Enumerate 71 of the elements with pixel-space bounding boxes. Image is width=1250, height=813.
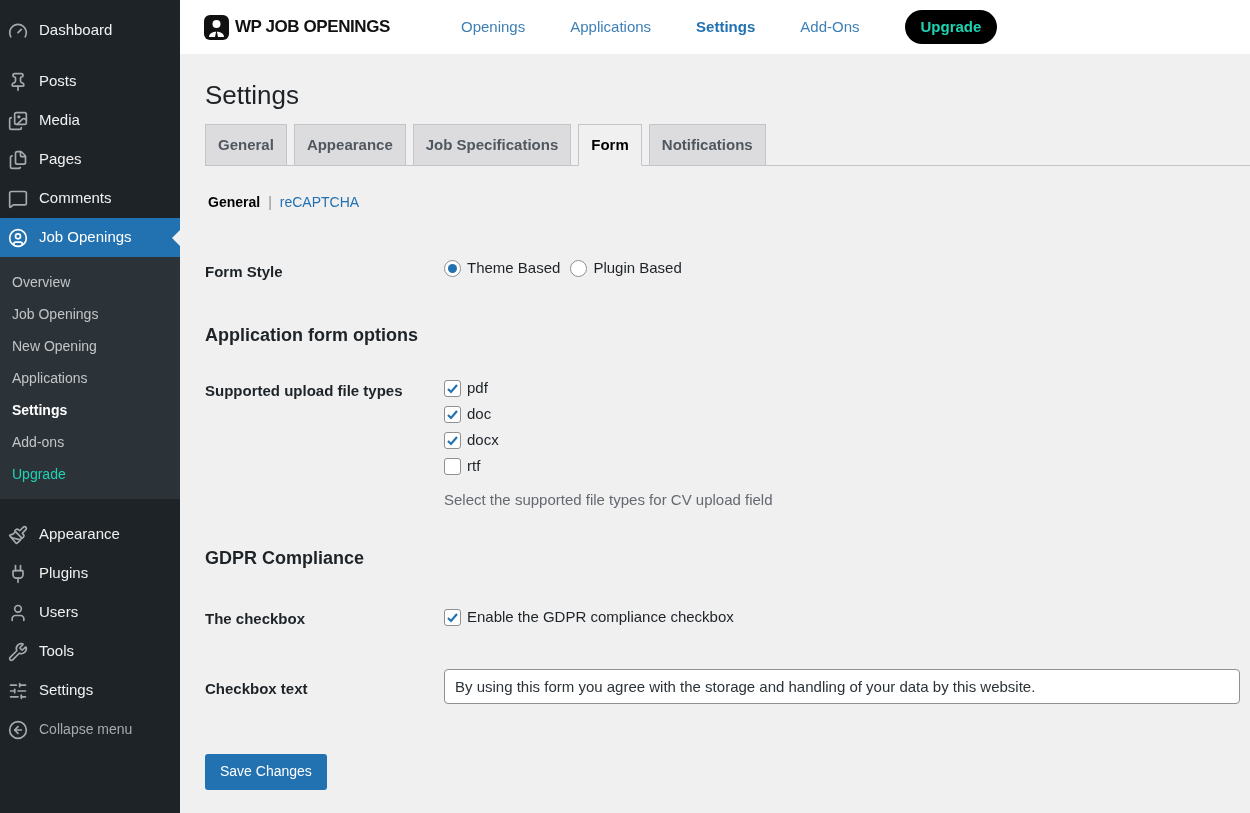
header-nav-link[interactable]: Add-Ons: [800, 15, 860, 39]
checkbox-option[interactable]: Enable the GDPR compliance checkbox: [444, 604, 734, 630]
header-nav-link[interactable]: Settings: [696, 15, 756, 39]
comment-icon: [8, 188, 28, 209]
radio-option[interactable]: Theme Based: [444, 257, 561, 280]
user-icon: [8, 602, 28, 623]
checkmark-icon: [446, 408, 459, 421]
field-label: Checkbox text: [205, 678, 309, 699]
upgrade-button[interactable]: Upgrade: [904, 10, 998, 44]
section-heading: Application form options: [205, 323, 419, 347]
subnav-separator: |: [268, 193, 272, 212]
collapse-menu-button[interactable]: Collapse menu: [0, 710, 180, 749]
submenu-item[interactable]: Upgrade: [0, 458, 180, 490]
sidebar-item[interactable]: Users: [0, 593, 180, 632]
sidebar-item[interactable]: Tools: [0, 632, 180, 671]
checkbox-option[interactable]: rtf: [444, 453, 773, 480]
header-nav-link[interactable]: Openings: [461, 15, 526, 39]
sidebar-item[interactable]: Pages: [0, 140, 180, 179]
checkbox[interactable]: [444, 380, 461, 397]
checkbox-option[interactable]: docx: [444, 427, 773, 454]
page-title: Settings: [205, 80, 300, 110]
logo-text: WP JOB OPENINGS: [235, 16, 390, 39]
radio-option[interactable]: Plugin Based: [570, 257, 682, 280]
collapse-icon: [8, 719, 28, 740]
sidebar-item[interactable]: Job Openings: [0, 218, 180, 257]
checkbox[interactable]: [444, 432, 461, 449]
submenu-item[interactable]: Add-ons: [0, 426, 180, 458]
text-field[interactable]: By using this form you agree with the storage and handling of your data by this website.: [444, 668, 1240, 704]
brush-icon: [8, 524, 28, 545]
field-description: Select the supported file types for CV upload field: [444, 489, 773, 510]
section-heading: GDPR Compliance: [205, 547, 366, 570]
sidebar-item[interactable]: Media: [0, 101, 180, 140]
sidebar-item[interactable]: Settings: [0, 671, 180, 710]
header-nav-link[interactable]: Applications: [570, 15, 652, 39]
field-label: Supported upload file types: [205, 380, 404, 401]
subnav-link[interactable]: reCAPTCHA: [279, 192, 360, 213]
checkmark-icon: [446, 382, 459, 395]
logo-icon: [204, 14, 229, 40]
sidebar-item[interactable]: Dashboard: [0, 11, 180, 50]
sliders-icon: [8, 680, 28, 701]
sidebar-item[interactable]: Appearance: [0, 515, 180, 554]
field-label: Form Style: [205, 262, 284, 282]
sidebar-item[interactable]: Posts: [0, 62, 180, 101]
settings-tab[interactable]: Form: [578, 124, 642, 166]
checkbox-option[interactable]: pdf: [444, 375, 773, 402]
user-icon: [8, 227, 28, 248]
pages-icon: [8, 149, 28, 170]
radio-button[interactable]: [444, 259, 461, 277]
settings-tab[interactable]: Notifications: [648, 124, 766, 166]
sidebar-item[interactable]: Plugins: [0, 554, 180, 593]
checkbox-option[interactable]: doc: [444, 401, 773, 428]
subnav-link[interactable]: General: [208, 192, 261, 213]
submenu-item[interactable]: Job Openings: [0, 298, 180, 330]
settings-tab[interactable]: Job Specifications: [412, 124, 572, 166]
submenu-item[interactable]: Settings: [0, 394, 180, 426]
save-changes-button[interactable]: Save Changes: [205, 753, 327, 790]
submenu-item[interactable]: Applications: [0, 362, 180, 394]
checkbox[interactable]: [444, 608, 461, 626]
submenu-item[interactable]: New Opening: [0, 330, 180, 362]
wrench-icon: [8, 641, 28, 662]
sidebar-item[interactable]: Comments: [0, 179, 180, 218]
media-icon: [8, 110, 28, 131]
checkbox[interactable]: [444, 458, 461, 475]
checkbox[interactable]: [444, 406, 461, 423]
field-label: The checkbox: [205, 609, 307, 629]
radio-button[interactable]: [570, 259, 588, 277]
submenu-item[interactable]: Overview: [0, 266, 180, 298]
pin-icon: [8, 71, 28, 92]
settings-tab[interactable]: Appearance: [293, 124, 406, 166]
settings-tab[interactable]: General: [205, 124, 287, 166]
checkmark-icon: [446, 434, 459, 447]
